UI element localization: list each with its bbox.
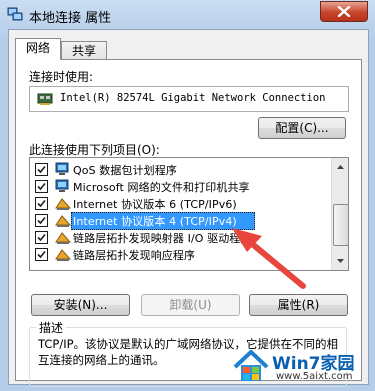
tab-share-label: 共享	[71, 44, 96, 58]
properties-dialog: 本地连接 属性 网络 共享 连接时使用: Intel(R) 82574L Gig…	[0, 0, 375, 391]
uninstall-button-label: 卸载(U)	[169, 298, 212, 312]
list-item[interactable]: Internet 协议版本 6 (TCP/IPv6)	[30, 195, 330, 212]
install-button[interactable]: 安装(N)...	[31, 294, 130, 316]
uninstall-button[interactable]: 卸载(U)	[141, 294, 240, 316]
item-checkbox[interactable]	[35, 163, 48, 176]
configure-button[interactable]: 配置(C)...	[258, 117, 346, 139]
close-icon	[337, 6, 351, 17]
connect-using-label: 连接时使用:	[29, 70, 94, 84]
item-label: QoS 数据包计划程序	[73, 164, 177, 177]
check-icon	[37, 165, 46, 174]
item-label: 链路层拓扑发现响应程序	[73, 249, 196, 262]
protocol-icon	[55, 215, 71, 227]
protocol-icon	[55, 232, 71, 244]
check-icon	[37, 250, 46, 259]
item-checkbox[interactable]	[35, 248, 48, 261]
scroll-up-button[interactable]	[333, 159, 348, 175]
item-label: Internet 协议版本 4 (TCP/IPv4)	[73, 215, 237, 228]
list-item[interactable]: QoS 数据包计划程序	[30, 161, 330, 178]
install-button-label: 安装(N)...	[53, 298, 108, 312]
check-icon	[37, 182, 46, 191]
tab-network-label: 网络	[25, 41, 50, 55]
items-list[interactable]: QoS 数据包计划程序 Microsoft 网络的文件和打印机共享 Intern…	[29, 157, 349, 271]
watermark: Win7家园 www.5aixt.com	[232, 345, 372, 389]
scroll-thumb[interactable]	[333, 204, 348, 246]
adapter-name: Intel(R) 82574L Gigabit Network Connecti…	[60, 92, 326, 104]
network-adapter-icon	[37, 93, 53, 105]
protocol-icon	[55, 249, 71, 261]
description-legend: 描述	[36, 319, 67, 336]
item-checkbox[interactable]	[35, 231, 48, 244]
items-list-label: 此连接使用下列项目(O):	[29, 143, 160, 157]
item-checkbox[interactable]	[35, 214, 48, 227]
scroll-down-button[interactable]	[333, 253, 348, 269]
house-logo-icon	[233, 350, 269, 381]
configure-button-label: 配置(C)...	[275, 121, 329, 135]
file-printer-sharing-icon	[55, 179, 69, 192]
watermark-url: www.5aixt.com	[276, 371, 353, 382]
chevron-up-icon	[337, 165, 344, 169]
window-title: 本地连接 属性	[29, 11, 112, 26]
item-label: 链路层拓扑发现映射器 I/O 驱动程序	[73, 232, 252, 245]
close-button[interactable]	[320, 1, 368, 22]
properties-button[interactable]: 属性(R)	[249, 294, 348, 316]
item-checkbox[interactable]	[35, 197, 48, 210]
list-item[interactable]: Microsoft 网络的文件和打印机共享	[30, 178, 330, 195]
check-icon	[37, 216, 46, 225]
check-icon	[37, 199, 46, 208]
protocol-icon	[55, 198, 71, 210]
item-label: Internet 协议版本 6 (TCP/IPv6)	[73, 198, 237, 211]
tab-share[interactable]: 共享	[61, 41, 107, 60]
qos-scheduler-icon	[55, 162, 69, 175]
list-scrollbar[interactable]	[331, 158, 348, 270]
list-item-selected[interactable]: Internet 协议版本 4 (TCP/IPv4)	[30, 212, 330, 230]
tab-network[interactable]: 网络	[15, 38, 61, 60]
network-connection-icon	[7, 7, 23, 21]
list-item[interactable]: 链路层拓扑发现响应程序	[30, 246, 330, 263]
item-checkbox[interactable]	[35, 180, 48, 193]
item-label: Microsoft 网络的文件和打印机共享	[73, 181, 250, 194]
list-item[interactable]: 链路层拓扑发现映射器 I/O 驱动程序	[30, 229, 330, 246]
chevron-down-icon	[337, 259, 344, 263]
properties-button-label: 属性(R)	[277, 298, 320, 312]
check-icon	[37, 233, 46, 242]
adapter-field: Intel(R) 82574L Gigabit Network Connecti…	[29, 86, 349, 112]
title-bar[interactable]: 本地连接 属性	[0, 0, 375, 30]
